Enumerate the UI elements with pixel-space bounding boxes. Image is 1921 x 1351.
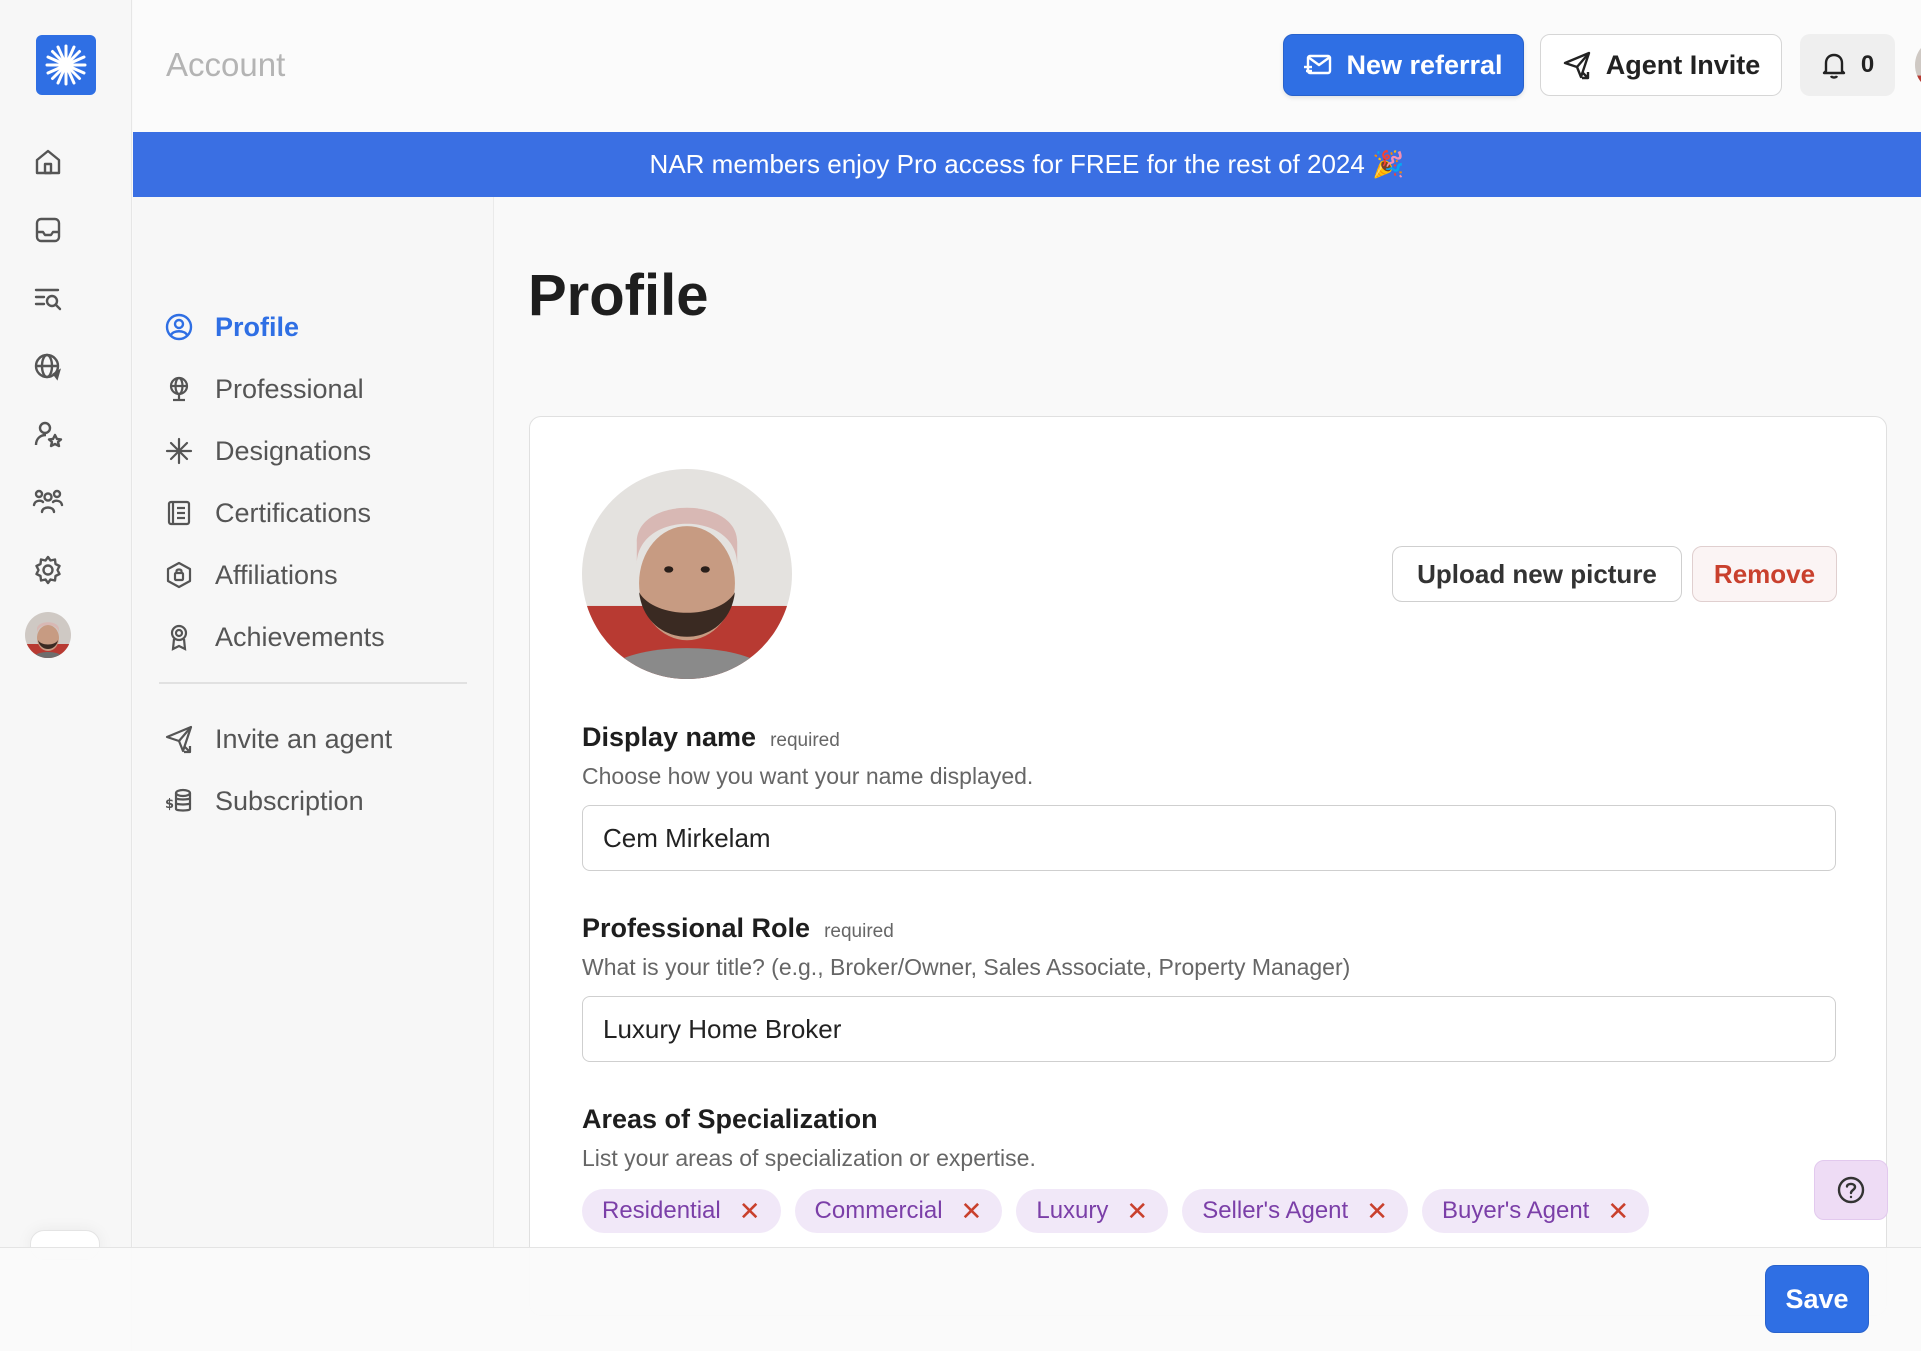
field-label-text: Display name: [582, 722, 757, 752]
nav-item-label: Profile: [215, 311, 300, 342]
team-icon[interactable]: [30, 484, 66, 520]
top-bar: Account New referral Agent Invite 0: [133, 0, 1921, 132]
badge-icon: [163, 559, 195, 591]
notification-count: 0: [1860, 51, 1875, 78]
professional-role-input[interactable]: [582, 996, 1836, 1062]
nav-item-label: Designations: [215, 435, 372, 466]
nav-item-achievements[interactable]: Achievements: [163, 617, 385, 657]
professional-role-label: Professional Role required: [582, 913, 894, 944]
new-referral-label: New referral: [1346, 49, 1503, 80]
required-tag: required: [770, 730, 840, 751]
nav-item-profile[interactable]: Profile: [163, 307, 299, 347]
gear-icon[interactable]: [30, 552, 66, 588]
search-list-icon[interactable]: [30, 280, 66, 316]
nav-item-invite-agent[interactable]: Invite an agent: [163, 719, 392, 759]
page-title: Profile: [528, 263, 709, 328]
bell-icon: [1822, 53, 1846, 79]
sparkle-icon: [163, 435, 195, 467]
user-star-icon[interactable]: [30, 416, 66, 452]
user-circle-icon: [163, 311, 195, 343]
nav-item-professional[interactable]: Professional: [163, 369, 364, 409]
specialization-label: Areas of Specialization: [582, 1104, 878, 1135]
promo-banner-text: NAR members enjoy Pro access for FREE fo…: [649, 149, 1405, 179]
nav-item-certifications[interactable]: Certifications: [163, 493, 371, 533]
coins-icon: $: [163, 785, 195, 817]
promo-banner: NAR members enjoy Pro access for FREE fo…: [133, 132, 1921, 197]
globe-icon[interactable]: [30, 348, 66, 384]
nav-item-label: Certifications: [215, 497, 372, 528]
new-referral-button[interactable]: New referral: [1283, 34, 1524, 96]
nav-item-label: Subscription: [215, 785, 364, 816]
close-icon[interactable]: ✕: [1607, 1196, 1629, 1227]
page-section-title: Account: [166, 46, 286, 83]
profile-picture: [582, 469, 792, 679]
nav-item-label: Achievements: [215, 621, 385, 652]
tag-label: Residential: [602, 1197, 721, 1224]
tag-label: Luxury: [1036, 1197, 1109, 1224]
specialization-tag: Luxury ✕: [1016, 1189, 1169, 1233]
account-section-nav: Profile Professional Designations Certif…: [133, 197, 494, 1247]
remove-picture-button[interactable]: Remove: [1692, 546, 1837, 602]
required-tag: required: [824, 921, 894, 942]
profile-card: Upload new picture Remove Display name r…: [529, 416, 1887, 1316]
specialization-tag: Residential ✕: [582, 1189, 781, 1233]
svg-text:$: $: [165, 797, 174, 812]
specialization-tag: Buyer's Agent ✕: [1422, 1189, 1650, 1233]
tag-label: Buyer's Agent: [1442, 1197, 1590, 1224]
field-label-text: Areas of Specialization: [582, 1104, 878, 1134]
professional-role-help: What is your title? (e.g., Broker/Owner,…: [582, 954, 1351, 980]
field-label-text: Professional Role: [582, 913, 811, 943]
send-icon: [163, 723, 195, 755]
close-icon[interactable]: ✕: [961, 1196, 983, 1227]
document-icon: [163, 497, 195, 529]
tag-label: Commercial: [814, 1197, 943, 1224]
specialization-tag: Commercial ✕: [794, 1189, 1003, 1233]
question-icon: [1837, 1176, 1865, 1204]
agent-invite-label: Agent Invite: [1605, 49, 1761, 80]
specialization-tags: Residential ✕ Commercial ✕ Luxury ✕ Sell…: [582, 1189, 1650, 1233]
home-icon[interactable]: [30, 144, 66, 180]
close-icon[interactable]: ✕: [1126, 1196, 1148, 1227]
tag-label: Seller's Agent: [1202, 1197, 1349, 1224]
upload-picture-button[interactable]: Upload new picture: [1392, 546, 1682, 602]
save-button[interactable]: Save: [1765, 1265, 1869, 1333]
award-icon: [163, 621, 195, 653]
specialization-help: List your areas of specialization or exp…: [582, 1145, 1036, 1171]
nav-item-designations[interactable]: Designations: [163, 431, 371, 471]
help-button[interactable]: [1814, 1160, 1888, 1220]
nav-item-label: Professional: [215, 373, 364, 404]
notifications-button[interactable]: 0: [1800, 34, 1895, 96]
agent-invite-button[interactable]: Agent Invite: [1540, 34, 1782, 96]
nav-item-affiliations[interactable]: Affiliations: [163, 555, 338, 595]
close-icon[interactable]: ✕: [739, 1196, 761, 1227]
specialization-tag: Seller's Agent ✕: [1182, 1189, 1408, 1233]
nav-item-subscription[interactable]: $ Subscription: [163, 781, 364, 821]
globe-stand-icon: [163, 373, 195, 405]
nav-divider: [159, 682, 467, 684]
display-name-help: Choose how you want your name displayed.: [582, 763, 1034, 789]
bottom-action-bar: Save: [0, 1247, 1921, 1351]
nav-item-label: Invite an agent: [215, 723, 393, 754]
asterisk-logo-icon: [45, 44, 87, 86]
app-rail: [0, 0, 132, 1351]
inbox-icon[interactable]: [30, 212, 66, 248]
send-icon: [1563, 51, 1590, 80]
mail-send-icon: [1304, 54, 1332, 75]
rail-user-avatar[interactable]: [25, 612, 71, 658]
user-avatar[interactable]: [1915, 38, 1921, 92]
display-name-input[interactable]: [582, 805, 1836, 871]
nav-item-label: Affiliations: [215, 559, 338, 590]
display-name-label: Display name required: [582, 722, 840, 753]
close-icon[interactable]: ✕: [1366, 1196, 1388, 1227]
app-logo[interactable]: [36, 35, 96, 95]
